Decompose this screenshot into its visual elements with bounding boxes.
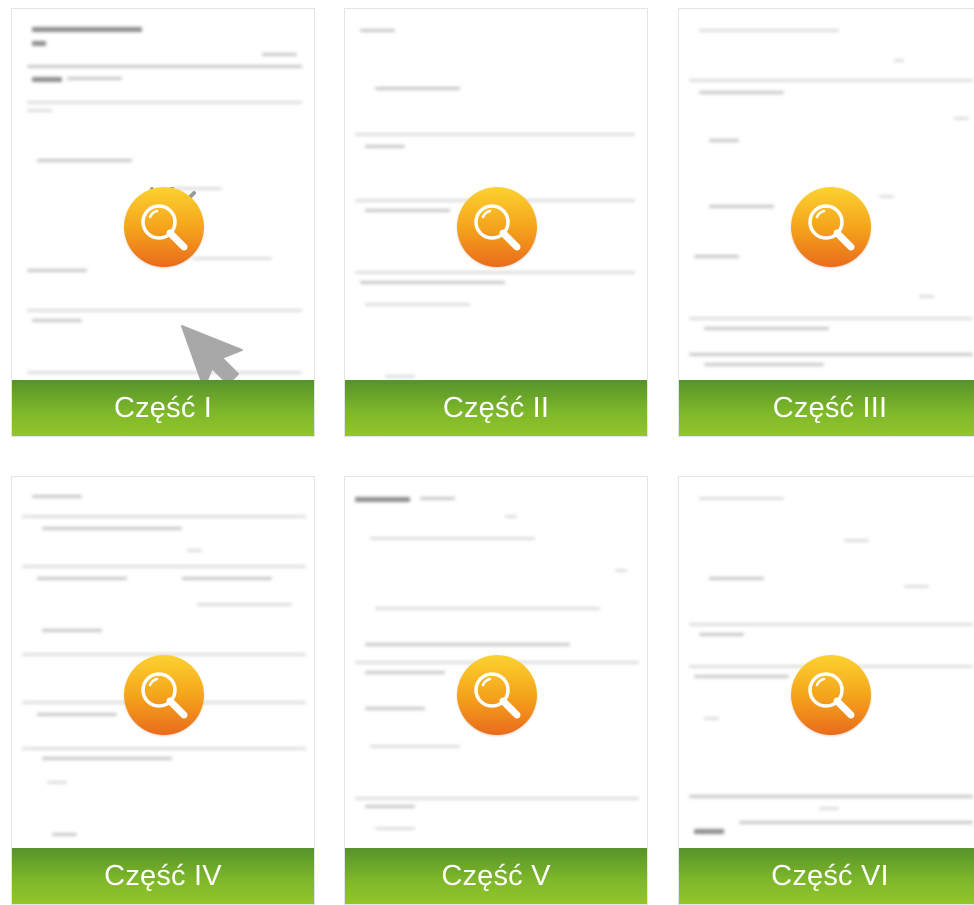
part-label: Część VI — [771, 859, 889, 892]
part-label: Część V — [441, 859, 551, 892]
part-3-label-bar[interactable]: Część III — [679, 380, 974, 436]
card-part-1[interactable]: Część I — [11, 8, 315, 437]
part-label: Część III — [772, 391, 888, 424]
part-label: Część II — [442, 391, 550, 424]
part-2-label-bar[interactable]: Część II — [345, 380, 647, 436]
card-part-5[interactable]: Część V — [344, 476, 648, 905]
magnifier-icon[interactable] — [457, 655, 537, 735]
part-1-label-bar[interactable]: Część I — [12, 380, 314, 436]
part-6-label-bar[interactable]: Część VI — [679, 848, 974, 904]
part-5-label-bar[interactable]: Część V — [345, 848, 647, 904]
card-part-6[interactable]: Część VI — [678, 476, 974, 905]
magnifier-icon[interactable] — [124, 655, 204, 735]
magnifier-icon[interactable] — [457, 187, 537, 267]
part-label: Część I — [113, 391, 213, 424]
magnifier-icon[interactable] — [791, 655, 871, 735]
magnifier-icon[interactable] — [791, 187, 871, 267]
part-label: Część IV — [104, 859, 222, 892]
card-part-2[interactable]: Część II — [344, 8, 648, 437]
card-part-4[interactable]: Część IV — [11, 476, 315, 905]
card-part-3[interactable]: Część III — [678, 8, 974, 437]
part-4-label-bar[interactable]: Część IV — [12, 848, 314, 904]
magnifier-icon[interactable] — [124, 187, 204, 267]
